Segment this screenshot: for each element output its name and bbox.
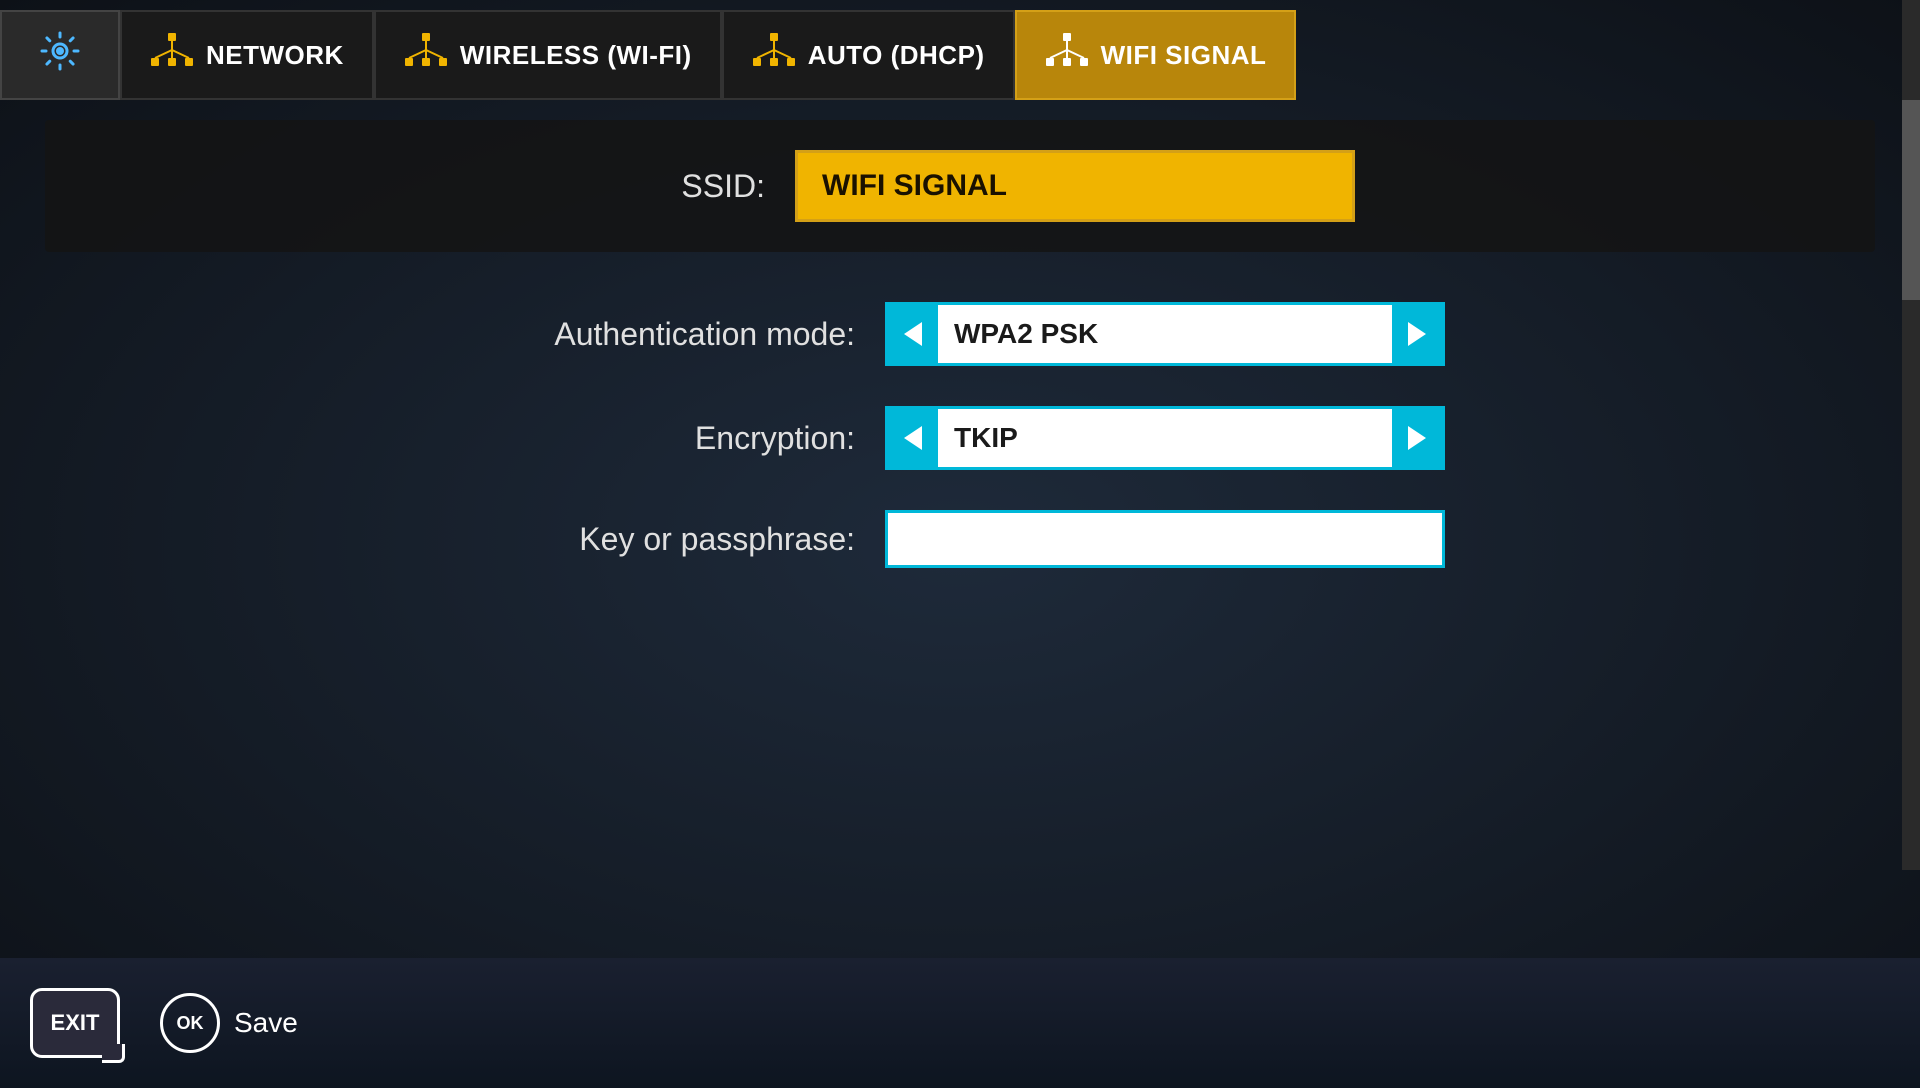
passphrase-label: Key or passphrase: <box>475 521 855 558</box>
tab-network-label: Network <box>206 40 344 71</box>
network-icon-4 <box>1045 32 1089 78</box>
exit-button[interactable]: EXIT <box>30 988 120 1058</box>
arrow-left-icon-2 <box>904 426 922 450</box>
encryption-row: Encryption: TKIP <box>45 406 1875 470</box>
ssid-value: WIFI SIGNAL <box>795 150 1355 222</box>
encryption-prev-button[interactable] <box>888 409 938 467</box>
network-icon-2 <box>404 32 448 78</box>
top-navigation: Network Wireless (Wi-Fi) <box>0 0 1920 110</box>
scrollbar-thumb <box>1902 100 1920 300</box>
auth-mode-value: WPA2 PSK <box>938 305 1392 363</box>
ssid-label: SSID: <box>565 168 765 205</box>
tab-dhcp[interactable]: Auto (DHCP) <box>722 10 1015 100</box>
passphrase-row: Key or passphrase: <box>45 510 1875 568</box>
exit-badge: EXIT <box>30 988 120 1058</box>
auth-mode-prev-button[interactable] <box>888 305 938 363</box>
auth-mode-label: Authentication mode: <box>475 316 855 353</box>
tab-wireless[interactable]: Wireless (Wi-Fi) <box>374 10 722 100</box>
bottom-bar: EXIT OK Save <box>0 958 1920 1088</box>
arrow-right-icon <box>1408 322 1426 346</box>
network-icon-3 <box>752 32 796 78</box>
tab-wireless-label: Wireless (Wi-Fi) <box>460 40 692 71</box>
auth-mode-row: Authentication mode: WPA2 PSK <box>45 302 1875 366</box>
arrow-right-icon-2 <box>1408 426 1426 450</box>
tab-dhcp-label: Auto (DHCP) <box>808 40 985 71</box>
tab-settings[interactable] <box>0 10 120 100</box>
encryption-label: Encryption: <box>475 420 855 457</box>
encryption-selector[interactable]: TKIP <box>885 406 1445 470</box>
ssid-section: SSID: WIFI SIGNAL <box>45 120 1875 252</box>
save-label: Save <box>234 1007 298 1039</box>
encryption-next-button[interactable] <box>1392 409 1442 467</box>
passphrase-input[interactable] <box>885 510 1445 568</box>
ok-badge: OK <box>160 993 220 1053</box>
tab-wifi-signal[interactable]: WIFI SIGNAL <box>1015 10 1297 100</box>
network-icon-1 <box>150 32 194 78</box>
arrow-left-icon <box>904 322 922 346</box>
auth-mode-selector[interactable]: WPA2 PSK <box>885 302 1445 366</box>
exit-label: EXIT <box>51 1010 100 1036</box>
tab-wifi-signal-label: WIFI SIGNAL <box>1101 40 1267 71</box>
auth-mode-next-button[interactable] <box>1392 305 1442 363</box>
encryption-value: TKIP <box>938 409 1392 467</box>
scrollbar[interactable] <box>1902 0 1920 870</box>
gear-icon <box>39 30 81 80</box>
save-button[interactable]: OK Save <box>160 993 298 1053</box>
tab-network[interactable]: Network <box>120 10 374 100</box>
ok-label: OK <box>177 1013 204 1034</box>
form-section: Authentication mode: WPA2 PSK Encryption… <box>45 282 1875 628</box>
